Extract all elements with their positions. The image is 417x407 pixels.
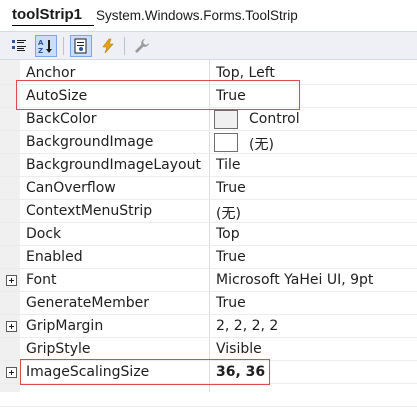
property-value[interactable]: Top — [216, 226, 240, 242]
alphabetical-button[interactable]: A Z — [35, 35, 57, 57]
property-row-enabled[interactable]: Enabled True — [0, 246, 417, 269]
property-row-dock[interactable]: Dock Top — [0, 223, 417, 246]
svg-text:Z: Z — [38, 47, 43, 54]
color-swatch — [214, 110, 238, 129]
categorized-button[interactable] — [8, 35, 30, 57]
expand-plus-icon[interactable] — [6, 367, 17, 378]
property-grid: Anchor Top, Left AutoSize True BackColor… — [0, 60, 417, 407]
property-value[interactable]: Top, Left — [216, 65, 275, 81]
property-pages-button[interactable] — [131, 35, 153, 57]
property-value[interactable]: True — [216, 295, 246, 311]
property-row-partial — [0, 384, 417, 407]
property-row-gripstyle[interactable]: GripStyle Visible — [0, 338, 417, 361]
property-name: AutoSize — [26, 88, 88, 104]
property-value[interactable]: True — [216, 88, 246, 104]
properties-title-bar: toolStrip1 System.Windows.Forms.ToolStri… — [0, 0, 417, 32]
property-value[interactable]: True — [216, 249, 246, 265]
property-value[interactable]: (无) — [249, 134, 274, 154]
alphabetical-icon: A Z — [38, 39, 52, 54]
toolbar-separator — [124, 37, 125, 55]
property-name: Dock — [26, 226, 62, 242]
property-row-backgroundimagelayout[interactable]: BackgroundImageLayout Tile — [0, 154, 417, 177]
property-row-backgroundimage[interactable]: BackgroundImage (无) — [0, 131, 417, 154]
property-value[interactable]: Tile — [216, 157, 241, 173]
property-value[interactable]: Control — [249, 111, 300, 127]
object-name-underline — [12, 25, 94, 26]
property-row-backcolor[interactable]: BackColor Control — [0, 108, 417, 131]
property-row-anchor[interactable]: Anchor Top, Left — [0, 62, 417, 85]
property-value[interactable]: 2, 2, 2, 2 — [216, 318, 278, 334]
property-value[interactable]: True — [216, 180, 246, 196]
property-name: BackgroundImageLayout — [26, 157, 201, 173]
selected-object-name[interactable]: toolStrip1 — [12, 6, 82, 23]
property-name: GripStyle — [26, 341, 91, 357]
property-value[interactable]: Microsoft YaHei UI, 9pt — [216, 272, 373, 288]
property-name: ImageScalingSize — [26, 364, 150, 380]
property-name: Anchor — [26, 65, 76, 81]
property-name: GripMargin — [26, 318, 104, 334]
property-row-gripmargin[interactable]: GripMargin 2, 2, 2, 2 — [0, 315, 417, 338]
property-name: Enabled — [26, 249, 83, 265]
property-row-autosize[interactable]: AutoSize True — [0, 85, 417, 108]
property-pages-wrench-icon — [135, 39, 149, 53]
property-row-canoverflow[interactable]: CanOverflow True — [0, 177, 417, 200]
expand-plus-icon[interactable] — [6, 321, 17, 332]
toolbar-separator — [63, 37, 64, 55]
expand-plus-icon[interactable] — [6, 275, 17, 286]
image-swatch — [214, 133, 238, 152]
property-value[interactable]: Visible — [216, 341, 262, 357]
property-name: GenerateMember — [26, 295, 149, 311]
property-name: Font — [26, 272, 57, 288]
properties-button[interactable] — [70, 35, 92, 57]
events-button[interactable] — [97, 35, 119, 57]
property-value[interactable]: 36, 36 — [216, 364, 265, 380]
property-value[interactable]: (无) — [216, 203, 241, 223]
property-row-imagescalingsize[interactable]: ImageScalingSize 36, 36 — [0, 361, 417, 384]
property-name: BackgroundImage — [26, 134, 154, 150]
property-name: BackColor — [26, 111, 97, 127]
property-name: ContextMenuStrip — [26, 203, 153, 219]
property-row-contextmenustrip[interactable]: ContextMenuStrip (无) — [0, 200, 417, 223]
properties-icon — [74, 38, 87, 54]
property-name: CanOverflow — [26, 180, 116, 196]
property-row-font[interactable]: Font Microsoft YaHei UI, 9pt — [0, 269, 417, 292]
events-lightning-icon — [102, 38, 114, 54]
svg-text:A: A — [38, 39, 44, 47]
selected-object-type: System.Windows.Forms.ToolStrip — [96, 8, 298, 23]
categorized-icon — [12, 40, 26, 51]
property-row-generatemember[interactable]: GenerateMember True — [0, 292, 417, 315]
properties-toolbar: A Z — [0, 32, 417, 60]
